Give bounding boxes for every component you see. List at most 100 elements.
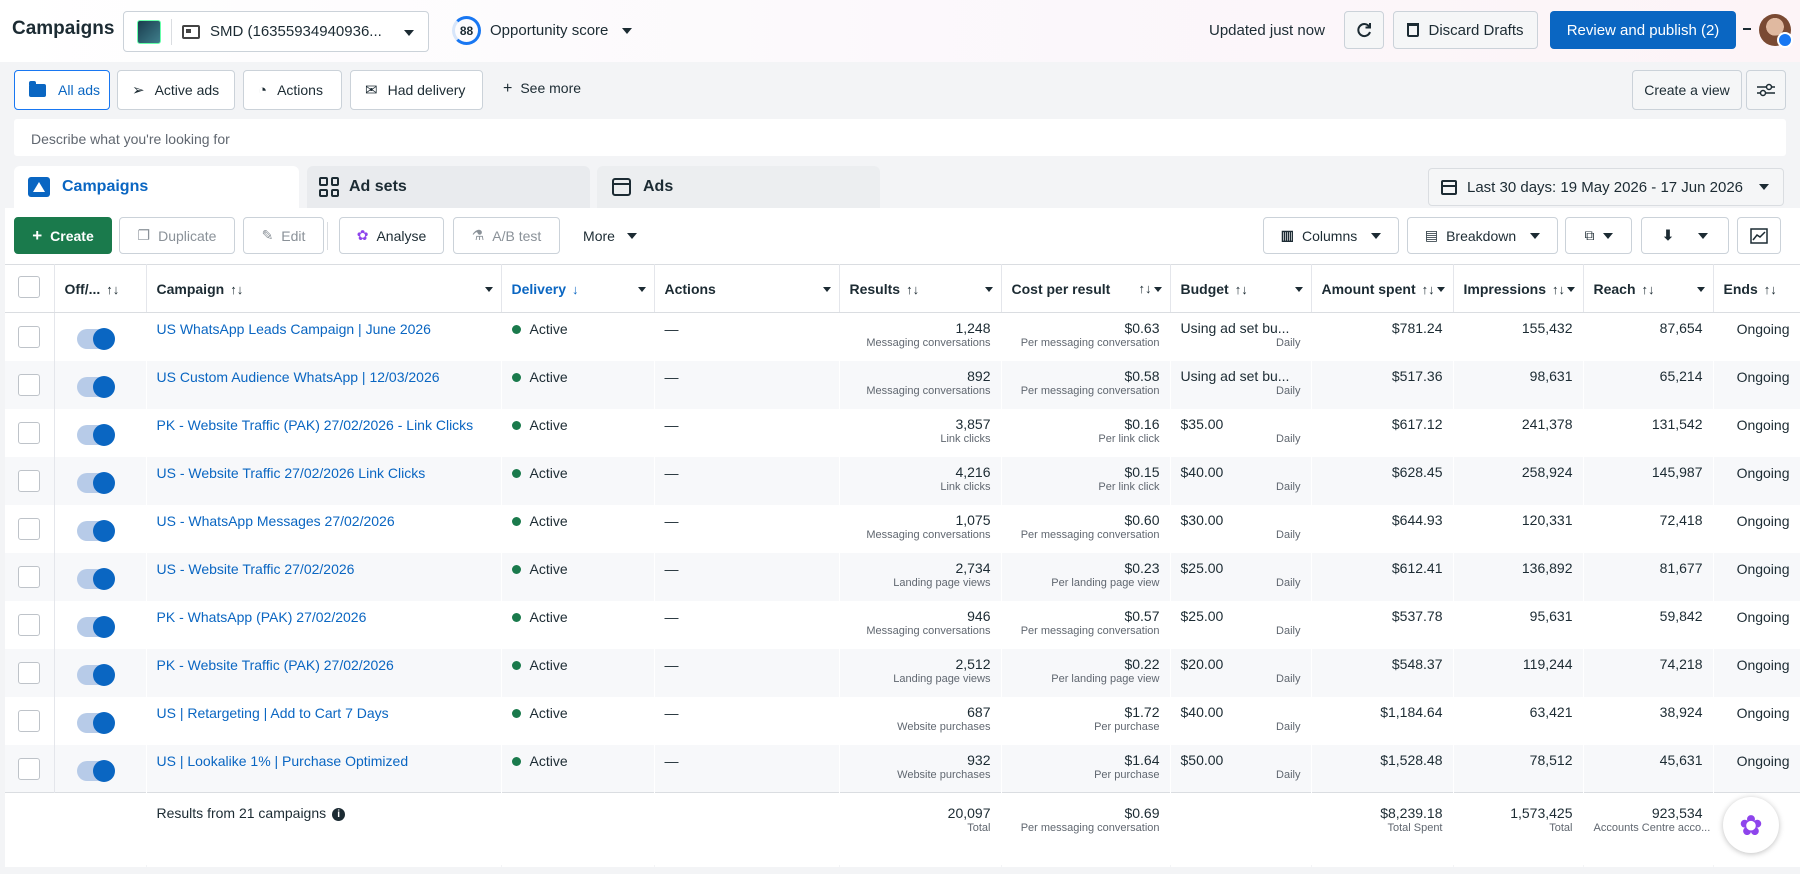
campaign-toggle[interactable] <box>76 568 115 590</box>
filter-label: All ads <box>58 82 101 98</box>
checkbox[interactable] <box>18 276 41 298</box>
campaign-toggle[interactable] <box>76 616 115 638</box>
info-icon[interactable]: i <box>332 807 346 821</box>
campaign-name-link[interactable]: US - WhatsApp Messages 27/02/2026 <box>146 505 501 553</box>
results-value: 2,734 <box>955 559 991 576</box>
column-header-offon[interactable]: Off/... ↑↓ <box>54 264 147 313</box>
budget-cell[interactable]: Using ad set bu... Daily <box>1170 360 1311 409</box>
column-header-actions[interactable]: Actions <box>654 264 840 313</box>
column-header-delivery[interactable]: Delivery ↓ <box>501 264 655 313</box>
row-checkbox[interactable] <box>18 614 41 636</box>
campaign-toggle[interactable] <box>76 520 115 542</box>
campaign-name-link[interactable]: US | Lookalike 1% | Purchase Optimized <box>146 744 501 793</box>
footer-empty <box>654 792 839 867</box>
budget-cell[interactable]: $25.00 Daily <box>1170 552 1311 601</box>
tab-ads[interactable]: Ads <box>597 166 880 208</box>
chart-button[interactable] <box>1737 217 1781 254</box>
table-row[interactable]: PK - Website Traffic (PAK) 27/02/2026 Ac… <box>5 648 1800 697</box>
budget-cell[interactable]: $35.00 Daily <box>1170 409 1311 457</box>
discard-drafts-button[interactable]: Discard Drafts <box>1393 11 1538 49</box>
column-header-campaign[interactable]: Campaign ↑↓ <box>146 264 502 313</box>
campaign-name-link[interactable]: PK - Website Traffic (PAK) 27/02/2026 - … <box>146 409 501 457</box>
row-checkbox[interactable] <box>18 710 41 732</box>
reports-button[interactable]: ⧉ <box>1565 217 1632 254</box>
table-row[interactable]: PK - Website Traffic (PAK) 27/02/2026 - … <box>5 408 1800 457</box>
toggle-cell <box>54 697 146 745</box>
row-checkbox[interactable] <box>18 326 41 349</box>
column-header-amount-spent[interactable]: Amount spent ↑↓ <box>1311 264 1454 313</box>
table-row[interactable]: PK - WhatsApp (PAK) 27/02/2026 Active — … <box>5 600 1800 649</box>
date-range-picker[interactable]: Last 30 days: 19 May 2026 - 17 Jun 2026 <box>1428 168 1784 206</box>
table-row[interactable]: US - Website Traffic 27/02/2026 Active —… <box>5 552 1800 601</box>
column-header-ends[interactable]: Ends ↑↓ <box>1713 264 1800 313</box>
campaign-toggle[interactable] <box>76 472 115 494</box>
columns-button[interactable]: ▥ Columns <box>1263 217 1399 254</box>
budget-cell[interactable]: $25.00 Daily <box>1170 601 1311 649</box>
account-selector[interactable]: SMD (16355934940936... <box>123 11 429 52</box>
campaign-toggle[interactable] <box>76 376 115 398</box>
settings-sliders-button[interactable] <box>1746 70 1786 110</box>
breakdown-button[interactable]: ▤ Breakdown <box>1407 217 1558 254</box>
select-all-checkbox[interactable] <box>5 264 55 313</box>
budget-cell[interactable]: $30.00 Daily <box>1170 505 1311 553</box>
budget-cell[interactable]: $20.00 Daily <box>1170 648 1311 697</box>
column-header-results[interactable]: Results ↑↓ <box>839 264 1002 313</box>
budget-cell[interactable]: $40.00 Daily <box>1170 697 1311 745</box>
column-header-reach[interactable]: Reach ↑↓ <box>1583 264 1714 313</box>
campaign-name-link[interactable]: US | Retargeting | Add to Cart 7 Days <box>146 697 501 745</box>
see-more-button[interactable]: + See more <box>503 80 581 98</box>
opportunity-score[interactable]: 88 Opportunity score <box>452 16 633 45</box>
table-row[interactable]: US | Retargeting | Add to Cart 7 Days Ac… <box>5 696 1800 745</box>
campaign-name-link[interactable]: US WhatsApp Leads Campaign | June 2026 <box>146 313 501 361</box>
create-button[interactable]: + Create <box>14 217 112 254</box>
refresh-button[interactable] <box>1344 11 1384 49</box>
table-row[interactable]: US Custom Audience WhatsApp | 12/03/2026… <box>5 360 1800 409</box>
more-button[interactable]: More <box>570 217 650 254</box>
column-header-budget[interactable]: Budget ↑↓ <box>1170 264 1312 313</box>
ai-assistant-button[interactable]: ✿ <box>1723 797 1779 853</box>
table-row[interactable]: US - WhatsApp Messages 27/02/2026 Active… <box>5 504 1800 553</box>
filter-actions[interactable]: ◔ Actions <box>243 70 342 110</box>
row-checkbox[interactable] <box>18 518 41 540</box>
campaign-name-link[interactable]: PK - WhatsApp (PAK) 27/02/2026 <box>146 601 501 649</box>
tab-campaigns[interactable]: Campaigns <box>14 166 299 208</box>
filter-had-delivery[interactable]: ✉ Had delivery <box>350 70 483 110</box>
column-header-impressions[interactable]: Impressions ↑↓ <box>1453 264 1584 313</box>
sort-icon: ↑↓ <box>106 281 120 297</box>
export-button[interactable]: ⬇ <box>1641 217 1729 254</box>
filter-active-ads[interactable]: ➢ Active ads <box>117 70 235 110</box>
budget-cell[interactable]: Using ad set bu... Daily <box>1170 313 1311 361</box>
campaign-toggle[interactable] <box>76 759 115 782</box>
row-checkbox[interactable] <box>18 470 41 492</box>
campaign-name-link[interactable]: US Custom Audience WhatsApp | 12/03/2026 <box>146 360 501 409</box>
campaign-toggle[interactable] <box>76 328 115 351</box>
campaign-name-link[interactable]: PK - Website Traffic (PAK) 27/02/2026 <box>146 648 501 697</box>
create-view-button[interactable]: Create a view <box>1632 70 1742 110</box>
search-input[interactable]: Describe what you're looking for <box>14 119 1786 156</box>
budget-cell[interactable]: $50.00 Daily <box>1170 744 1311 793</box>
filter-all-ads[interactable]: All ads <box>14 70 110 110</box>
budget-cell[interactable]: $40.00 Daily <box>1170 456 1311 505</box>
campaign-name-link[interactable]: US - Website Traffic 27/02/2026 Link Cli… <box>146 456 501 505</box>
edit-button[interactable]: ✎ Edit <box>243 217 324 254</box>
row-checkbox[interactable] <box>18 374 41 396</box>
analyse-button[interactable]: ✿ Analyse <box>339 217 444 254</box>
avatar[interactable] <box>1759 14 1793 48</box>
table-row[interactable]: US WhatsApp Leads Campaign | June 2026 A… <box>5 312 1800 361</box>
review-publish-button[interactable]: Review and publish (2) <box>1550 11 1736 49</box>
campaign-name-link[interactable]: US - Website Traffic 27/02/2026 <box>146 552 501 601</box>
campaign-toggle[interactable] <box>76 664 115 686</box>
duplicate-button[interactable]: ❐ Duplicate <box>119 217 235 254</box>
row-checkbox[interactable] <box>18 662 41 684</box>
delivery-status: Active <box>529 464 568 481</box>
row-checkbox[interactable] <box>18 566 41 588</box>
column-header-cost-per-result[interactable]: Cost per result ↑↓ <box>1001 264 1171 313</box>
table-row[interactable]: US | Lookalike 1% | Purchase Optimized A… <box>5 744 1800 793</box>
tab-ad-sets[interactable]: Ad sets <box>307 166 590 208</box>
campaign-toggle[interactable] <box>76 712 115 734</box>
ab-test-button[interactable]: ⚗ A/B test <box>453 217 560 254</box>
row-checkbox[interactable] <box>18 757 41 780</box>
row-checkbox[interactable] <box>18 422 41 444</box>
table-row[interactable]: US - Website Traffic 27/02/2026 Link Cli… <box>5 456 1800 505</box>
campaign-toggle[interactable] <box>76 424 115 446</box>
